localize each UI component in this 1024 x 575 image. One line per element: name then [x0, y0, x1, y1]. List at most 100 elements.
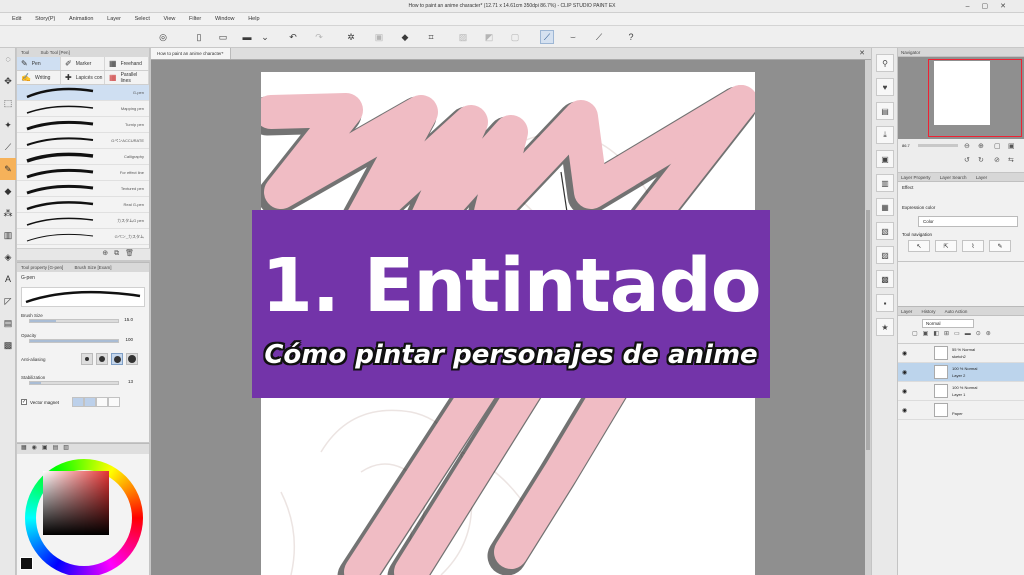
- scrollbar-thumb[interactable]: [866, 210, 870, 450]
- expression-color-select[interactable]: Color: [918, 216, 1018, 227]
- transform-icon[interactable]: ⌗: [424, 30, 438, 44]
- brush-item[interactable]: Mapping pen: [17, 101, 149, 117]
- open-folder-icon[interactable]: ▭: [216, 30, 230, 44]
- layer-material-icon[interactable]: ▥: [876, 174, 894, 192]
- category-freehand[interactable]: ▦ Freehand: [105, 57, 149, 70]
- stabilization-value[interactable]: 13: [128, 379, 133, 384]
- layer-row[interactable]: ◉ 100 % Normal Layer 2: [898, 363, 1024, 382]
- close-icon[interactable]: ✕: [859, 49, 865, 57]
- ruler-tool-icon[interactable]: ◸: [0, 290, 16, 312]
- vector-magnet-checkbox[interactable]: ✓: [21, 399, 27, 405]
- zoom-slider[interactable]: [918, 144, 958, 147]
- tab-subtool[interactable]: Sub Tool [Pen]: [41, 50, 70, 55]
- eye-icon[interactable]: ◉: [902, 369, 907, 376]
- chevron-down-icon[interactable]: ⌄: [258, 30, 272, 44]
- zoom-value[interactable]: 86.7: [902, 143, 910, 148]
- menu-animation[interactable]: Animation: [69, 16, 93, 22]
- brush-item[interactable]: Gペン_カスタム: [17, 229, 149, 245]
- saturation-value-square[interactable]: [43, 471, 109, 535]
- layer-row[interactable]: ◉ Paper: [898, 401, 1024, 420]
- brush-item[interactable]: Textured pen: [17, 181, 149, 197]
- zoom-out-icon[interactable]: ⊖: [964, 142, 970, 150]
- brush-size-slider[interactable]: [29, 319, 119, 323]
- antialias-medium[interactable]: [111, 353, 123, 365]
- brush-item[interactable]: Real G-pen: [17, 197, 149, 213]
- pattern-icon[interactable]: ▩: [876, 270, 894, 288]
- rotate-right-icon[interactable]: ↻: [978, 156, 984, 164]
- stabilization-slider[interactable]: [29, 381, 119, 385]
- redo-icon[interactable]: ↷: [312, 30, 326, 44]
- antialias-weak[interactable]: [96, 353, 108, 365]
- layer-row[interactable]: ◉ 55 % Normal sketch2: [898, 344, 1024, 363]
- clear-icon[interactable]: ✲: [344, 30, 358, 44]
- undo-icon[interactable]: ↶: [286, 30, 300, 44]
- menu-edit[interactable]: Edit: [12, 16, 21, 22]
- window-controls[interactable]: –▢✕: [966, 2, 1018, 10]
- tab-auto-action[interactable]: Auto Action: [945, 309, 968, 314]
- category-marker[interactable]: ✐ Marker: [61, 57, 105, 70]
- fit-page-icon[interactable]: ▣: [1008, 142, 1015, 150]
- select-tool-icon[interactable]: ⬚: [0, 92, 16, 114]
- magnet-level[interactable]: [84, 397, 97, 407]
- menu-view[interactable]: View: [164, 16, 176, 22]
- eyedropper-icon[interactable]: ⟋: [0, 136, 16, 158]
- history-icon[interactable]: ▪: [876, 294, 894, 312]
- category-parallel[interactable]: ▦ Parallel lines: [105, 71, 149, 84]
- menu-select[interactable]: Select: [135, 16, 150, 22]
- download-icon[interactable]: ⤓: [876, 126, 894, 144]
- opacity-value[interactable]: 100: [125, 337, 133, 342]
- snap-ruler-icon[interactable]: ⟋: [540, 30, 554, 44]
- category-writing[interactable]: ✍ Writing: [17, 71, 61, 84]
- brush-item[interactable]: GペンACCURATE: [17, 133, 149, 149]
- fill-tool-icon[interactable]: ◈: [0, 246, 16, 268]
- antialias-strong[interactable]: [126, 353, 138, 365]
- menu-story[interactable]: Story(P): [35, 16, 55, 22]
- pattern-tool-icon[interactable]: ▩: [0, 334, 16, 356]
- document-tab[interactable]: How to paint an anime character*: [151, 48, 231, 59]
- color-panel-tabs[interactable]: ▦◉▣▤▥: [17, 444, 149, 454]
- category-pen[interactable]: ✎ Pen: [17, 57, 61, 70]
- favorite-icon[interactable]: ♥: [876, 78, 894, 96]
- menu-window[interactable]: Window: [215, 16, 235, 22]
- eye-icon[interactable]: ◉: [902, 350, 907, 357]
- snap-special-ruler-icon[interactable]: ⌣: [566, 30, 580, 44]
- brush-item[interactable]: Calligraphy: [17, 149, 149, 165]
- new-file-icon[interactable]: ▯: [192, 30, 206, 44]
- tab-layer-alt[interactable]: Layer: [976, 175, 987, 180]
- pen-tool-icon[interactable]: ✎: [0, 158, 16, 180]
- image-material-icon[interactable]: ▣: [876, 150, 894, 168]
- eye-icon[interactable]: ◉: [902, 407, 907, 414]
- eraser-tool-icon[interactable]: ◆: [0, 180, 16, 202]
- tab-history[interactable]: History: [922, 309, 936, 314]
- brush-size-value[interactable]: 15.0: [124, 317, 133, 322]
- save-icon[interactable]: ▬: [240, 30, 254, 44]
- eye-icon[interactable]: ◉: [902, 388, 907, 395]
- subtool-actions[interactable]: ⊕⧉🗑: [17, 248, 150, 260]
- search-icon[interactable]: ⚲: [876, 54, 894, 72]
- menu-help[interactable]: Help: [248, 16, 259, 22]
- magnet-level[interactable]: [96, 397, 109, 407]
- snap-grid-icon[interactable]: ⟋: [592, 30, 606, 44]
- decoration-tool-icon[interactable]: ⁂: [0, 202, 16, 224]
- magnet-level[interactable]: [108, 397, 121, 407]
- zoom-tool-icon[interactable]: ◌: [0, 48, 16, 70]
- opacity-slider[interactable]: [29, 339, 119, 343]
- flip-icon[interactable]: ⇆: [1008, 156, 1014, 164]
- correct-line-icon[interactable]: ⌇: [962, 240, 984, 252]
- magic-wand-icon[interactable]: ✦: [0, 114, 16, 136]
- clip-studio-icon[interactable]: ◎: [156, 30, 170, 44]
- selection-icon[interactable]: ▢: [508, 30, 522, 44]
- layer-action-icons[interactable]: ▢▣◧⊞▭▬⊙⊛: [898, 330, 1024, 344]
- text-tool-icon[interactable]: A: [0, 268, 16, 290]
- object-tool-icon[interactable]: ↖: [908, 240, 930, 252]
- tab-layer-property[interactable]: Layer Property: [901, 175, 931, 180]
- tab-brush-size[interactable]: Brush Size [Exam]: [75, 265, 112, 270]
- invert-selection-icon[interactable]: ◩: [482, 30, 496, 44]
- tab-layer[interactable]: Layer: [901, 309, 912, 314]
- brush-item[interactable]: For effect line: [17, 165, 149, 181]
- menu-filter[interactable]: Filter: [189, 16, 201, 22]
- zoom-in-icon[interactable]: ⊕: [978, 142, 984, 150]
- brush-item[interactable]: G-pen: [17, 85, 149, 101]
- story-icon[interactable]: ▨: [876, 246, 894, 264]
- airbrush-tool-icon[interactable]: ▥: [0, 224, 16, 246]
